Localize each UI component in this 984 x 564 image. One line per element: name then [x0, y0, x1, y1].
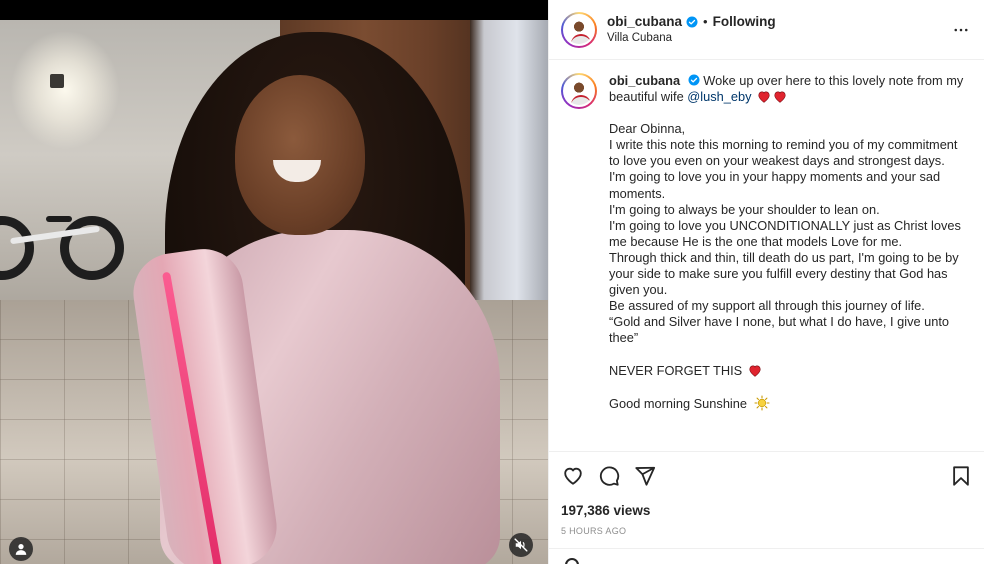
note-line: I write this note this morning to remind… [609, 137, 958, 169]
video-top-bar [0, 0, 548, 20]
caption-username[interactable]: obi_cubana [609, 73, 680, 88]
red-heart-icon [758, 91, 770, 103]
header-separator: • [703, 13, 708, 29]
verified-badge-icon [686, 16, 698, 28]
person-face [235, 75, 365, 235]
view-count[interactable]: 197,386 views [561, 502, 973, 520]
post-header: obi_cubana • Following Villa Cubana [549, 0, 984, 60]
person-tag-icon [15, 544, 27, 555]
location-link[interactable]: Villa Cubana [607, 30, 949, 46]
red-heart-icon [774, 91, 786, 103]
avatar[interactable] [561, 11, 597, 48]
header-username[interactable]: obi_cubana [607, 14, 682, 30]
bicycle-wheel [60, 216, 124, 280]
note-text: Dear Obinna, I write this note this morn… [609, 121, 969, 434]
mention-link[interactable]: @lush_eby [687, 89, 751, 104]
share-button[interactable] [633, 464, 657, 488]
post-video[interactable] [0, 0, 548, 564]
comment-button[interactable] [597, 464, 621, 488]
bookmark-icon [953, 466, 969, 486]
red-heart-icon [749, 365, 761, 377]
sun-icon [754, 395, 770, 411]
wall-lamp [50, 74, 64, 88]
more-horizontal-icon [954, 28, 968, 31]
note-line: Dear Obinna, [609, 121, 686, 137]
closing-line: Good morning Sunshine [609, 395, 748, 411]
verified-badge-icon [688, 74, 700, 86]
note-line: “Gold and Silver have I none, but what I… [609, 314, 950, 346]
note-line: I'm going to love you in your happy mome… [609, 169, 941, 201]
action-icon-row [561, 452, 973, 500]
heart-outline-icon [564, 467, 582, 485]
note-line: Be assured of my support all through thi… [609, 298, 925, 314]
caption-section: obi_cubana Woke up over here to this lov… [549, 61, 984, 451]
post-timestamp[interactable]: 5 HOURS AGO [561, 526, 973, 536]
note-line: I'm going to love you UNCONDITIONALLY ju… [609, 217, 961, 249]
video-frame [0, 20, 548, 564]
avatar[interactable] [561, 73, 597, 109]
instagram-post: obi_cubana • Following Villa Cubana obi_… [0, 0, 984, 564]
save-button[interactable] [949, 464, 973, 488]
note-line: Through thick and thin, till death do us… [609, 249, 959, 298]
divider [549, 548, 984, 549]
more-options-button[interactable] [949, 18, 973, 42]
tagged-users-button[interactable] [9, 537, 33, 561]
following-button[interactable]: Following [713, 14, 776, 30]
emoji-icon[interactable] [565, 558, 579, 564]
closing-line: NEVER FORGET THIS [609, 362, 743, 378]
comment-bubble-icon [599, 466, 620, 486]
post-side-panel: obi_cubana • Following Villa Cubana obi_… [548, 0, 984, 564]
note-line: I'm going to always be your shoulder to … [609, 201, 880, 217]
like-button[interactable] [561, 464, 585, 488]
speaker-muted-icon [514, 538, 528, 552]
post-actions: 197,386 views 5 HOURS AGO [549, 451, 984, 536]
mute-toggle-button[interactable] [509, 533, 533, 557]
truncated-text [609, 418, 969, 434]
paper-plane-icon [635, 466, 656, 486]
caption-text: obi_cubana Woke up over here to this lov… [609, 73, 969, 434]
